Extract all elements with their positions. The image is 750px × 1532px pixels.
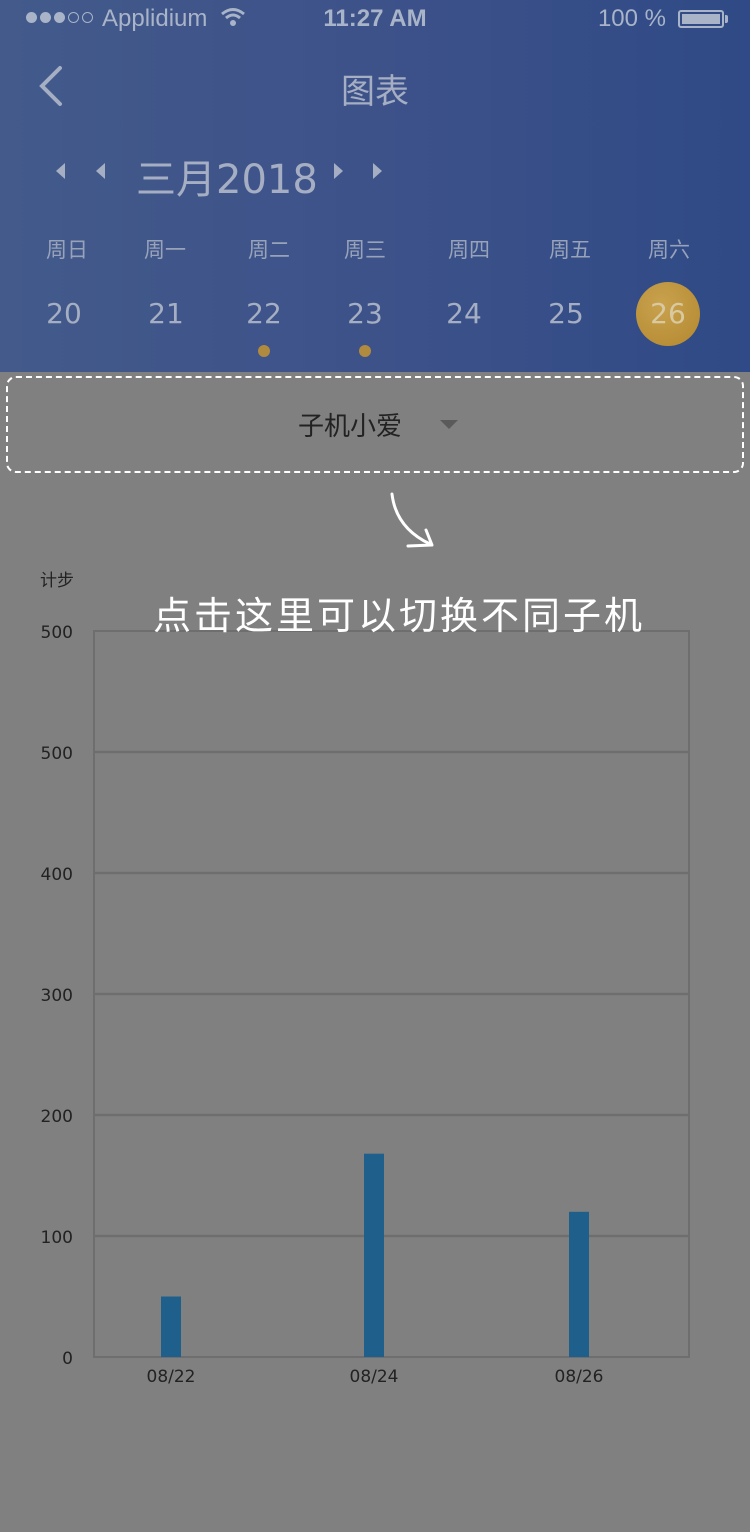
weekday-row: 周日 周一 周二 周三 周四 周五 周六 [0,234,750,264]
status-bar: Applidium 11:27 AM 100 % [0,0,750,40]
header: Applidium 11:27 AM 100 % 图表 三月2018 周日 周一… [0,0,750,372]
prev-month-icon[interactable] [96,163,105,179]
calendar-date[interactable]: 25 [534,282,598,346]
y-tick-label: 100 [41,1228,73,1248]
hint-text: 点击这里可以切换不同子机 [152,594,645,638]
battery-tip [725,15,728,23]
event-dot [258,345,270,357]
x-tick-label: 08/22 [147,1367,196,1387]
battery-icon [678,10,724,28]
y-tick-label: 0 [62,1349,73,1369]
data-bar [364,1153,384,1357]
page-title: 图表 [341,72,409,112]
hint-arrow-icon [390,492,434,548]
next-month-icon[interactable] [334,163,343,179]
device-selector-label: 子机小爱 [298,412,403,442]
y-tick-label: 300 [41,986,73,1006]
event-dot [359,345,371,357]
battery-percent: 100 % [597,5,666,32]
calendar-date[interactable]: 20 [32,282,96,346]
y-tick-label: 400 [41,865,73,885]
weekday-label: 周二 [248,238,290,262]
date-row: 20 21 22 23 24 25 26 [0,282,750,362]
caret-down-icon [440,420,458,429]
x-tick-label: 08/24 [350,1367,399,1387]
weekday-label: 周三 [344,238,386,262]
weekday-label: 周日 [46,238,88,262]
y-tick-label: 500 [41,744,73,764]
data-bar [569,1211,589,1357]
month-label: 三月2018 [136,157,318,203]
next-year-icon[interactable] [373,163,382,179]
steps-bar-chart: 计步500500400300200100008/22 08/24 08/26 [40,571,690,1387]
month-navigator: 三月2018 [0,145,750,203]
calendar-date[interactable]: 21 [134,282,198,346]
weekday-label: 周四 [448,238,490,262]
weekday-label: 周六 [648,238,690,262]
device-selector[interactable]: 子机小爱 [6,376,744,473]
data-bar [161,1296,181,1357]
calendar-date[interactable]: 23 [333,282,397,357]
prev-year-icon[interactable] [56,163,65,179]
calendar-date-selected[interactable]: 26 [636,282,700,346]
calendar-date[interactable]: 24 [432,282,496,346]
calendar-date[interactable]: 22 [232,282,296,357]
y-tick-label: 200 [41,1107,73,1127]
weekday-label: 周五 [549,238,591,262]
weekday-label: 周一 [144,238,186,262]
x-tick-label: 08/26 [555,1367,604,1387]
